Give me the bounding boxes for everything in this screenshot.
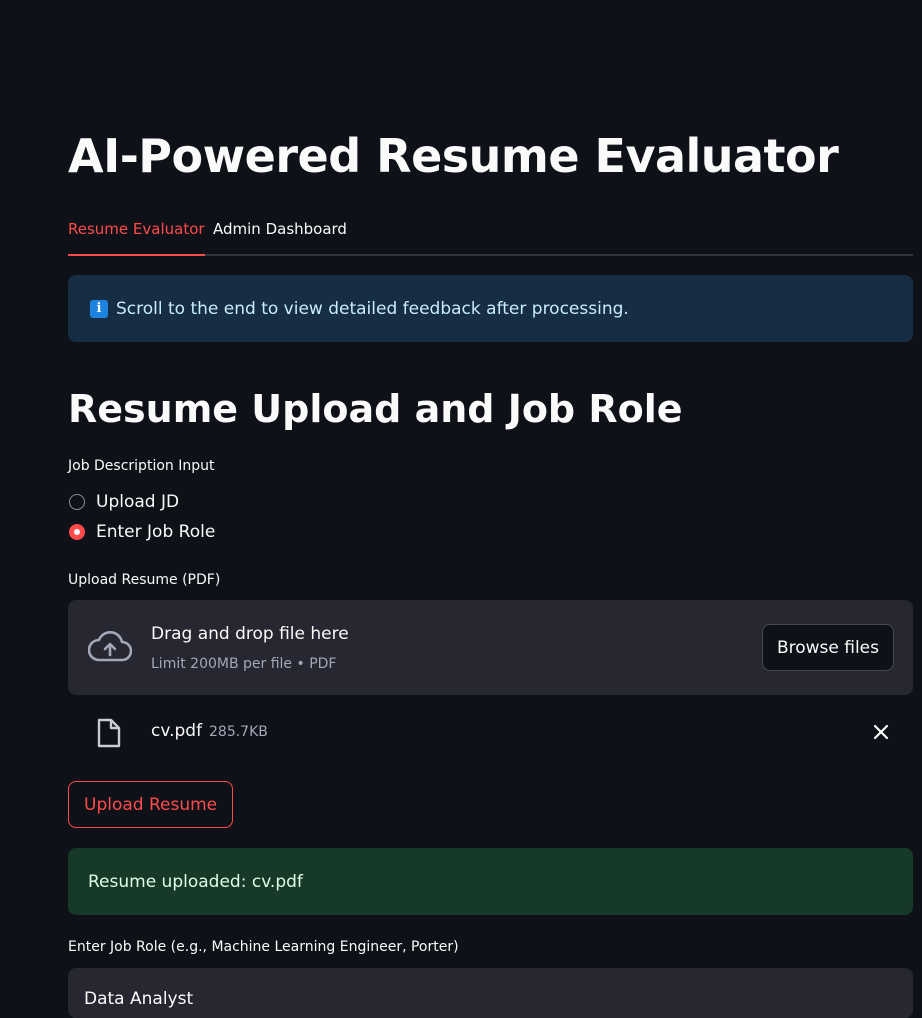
browse-files-button[interactable]: Browse files — [761, 624, 894, 671]
page-title: AI-Powered Resume Evaluator — [68, 129, 839, 183]
dropzone-limit: Limit 200MB per file • PDF — [151, 656, 337, 672]
info-banner-text: Scroll to the end to view detailed feedb… — [116, 298, 629, 319]
close-icon[interactable] — [871, 722, 891, 746]
radio-checked-icon — [69, 524, 85, 540]
cloud-upload-icon — [87, 630, 133, 666]
uploaded-file-row: cv.pdf 285.7KB — [68, 712, 913, 754]
file-dropzone[interactable]: Drag and drop file here Limit 200MB per … — [68, 600, 913, 695]
upload-resume-label: Upload Resume (PDF) — [68, 572, 221, 588]
dropzone-title: Drag and drop file here — [151, 624, 349, 644]
file-size: 285.7KB — [209, 724, 268, 740]
tab-bar: Resume Evaluator Admin Dashboard — [68, 212, 913, 256]
success-banner-text: Resume uploaded: cv.pdf — [88, 871, 303, 892]
radio-upload-jd[interactable]: Upload JD — [68, 490, 179, 514]
radio-enter-job-role[interactable]: Enter Job Role — [68, 520, 215, 544]
radio-enter-job-role-label: Enter Job Role — [96, 522, 216, 542]
tab-admin-dashboard[interactable]: Admin Dashboard — [213, 212, 347, 256]
section-heading: Resume Upload and Job Role — [68, 387, 683, 431]
job-role-input[interactable] — [68, 968, 913, 1018]
radio-upload-jd-label: Upload JD — [96, 492, 180, 512]
job-role-label: Enter Job Role (e.g., Machine Learning E… — [68, 939, 459, 955]
success-banner: Resume uploaded: cv.pdf — [68, 848, 913, 915]
file-name: cv.pdf — [151, 721, 203, 741]
jd-input-label: Job Description Input — [68, 458, 215, 474]
file-icon — [96, 718, 122, 752]
tab-resume-evaluator[interactable]: Resume Evaluator — [68, 212, 205, 256]
info-icon: i — [90, 299, 108, 318]
info-banner: i Scroll to the end to view detailed fee… — [68, 275, 913, 342]
radio-unchecked-icon — [69, 494, 85, 510]
upload-resume-button[interactable]: Upload Resume — [68, 781, 234, 828]
